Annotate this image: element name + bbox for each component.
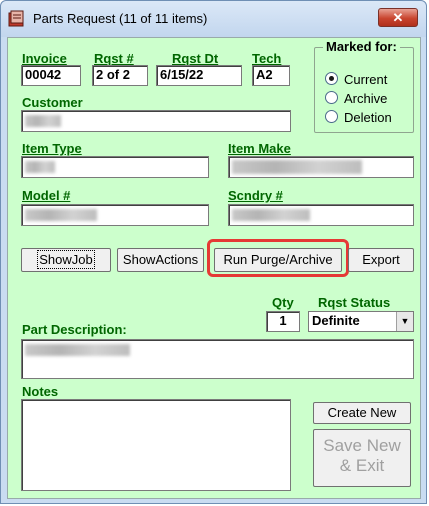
chevron-down-icon[interactable]: ▼ [396,312,413,331]
radio-icon[interactable] [325,91,338,104]
redacted-value [25,161,55,173]
create-new-button[interactable]: Create New [313,402,411,424]
radio-selected-icon[interactable] [325,72,338,85]
radio-deletion[interactable]: Deletion [325,110,392,126]
show-actions-button[interactable]: ShowActions [117,248,204,272]
item-make-label: Item Make [228,141,291,156]
rqst-status-value: Definite [312,313,360,328]
marked-for-title: Marked for: [323,39,400,54]
part-description-label: Part Description: [22,322,127,337]
invoice-field[interactable]: 00042 [21,65,81,86]
item-make-field[interactable] [228,156,414,178]
redacted-value [232,209,310,221]
title-bar[interactable]: Parts Request (11 of 11 items) ✕ [1,1,426,37]
customer-label: Customer [22,95,83,110]
radio-deletion-label: Deletion [344,110,392,125]
rqst-dt-field[interactable]: 6/15/22 [156,65,242,86]
radio-current-label: Current [344,72,388,87]
save-new-exit-button[interactable]: Save New & Exit [313,429,411,487]
parts-request-window: Parts Request (11 of 11 items) ✕ Invoice… [0,0,427,504]
radio-current[interactable]: Current [325,72,387,88]
model-field[interactable] [21,204,209,226]
form-body: Invoice Rqst # Rqst Dt Tech 00042 2 of 2… [7,37,421,499]
create-new-label: Create New [327,405,397,420]
qty-label: Qty [272,295,294,310]
show-job-button[interactable]: ShowJob [21,248,111,272]
redacted-value [25,209,97,221]
tech-field[interactable]: A2 [252,65,290,86]
qty-field[interactable]: 1 [266,311,300,332]
scndry-label: Scndry # [228,188,283,203]
scndry-field[interactable] [228,204,414,226]
part-description-field[interactable] [21,339,414,379]
rqst-status-label: Rqst Status [318,295,391,310]
show-actions-label: ShowActions [122,252,199,267]
radio-archive[interactable]: Archive [325,91,387,107]
rqst-dt-label: Rqst Dt [172,51,219,66]
tech-label: Tech [252,51,282,66]
radio-archive-label: Archive [344,91,388,106]
model-label: Model # [22,188,71,203]
app-icon [8,10,24,27]
export-button[interactable]: Export [348,248,414,272]
rqst-num-label: Rqst # [94,51,134,66]
redacted-value [232,160,362,174]
radio-icon[interactable] [325,110,338,123]
redacted-value [25,115,61,127]
item-type-label: Item Type [22,141,82,156]
invoice-label: Invoice [22,51,67,66]
callout-highlight [207,239,349,277]
marked-for-group: Marked for: Current Archive Deletion [314,39,414,133]
item-type-field[interactable] [21,156,209,178]
close-icon[interactable]: ✕ [378,8,418,27]
redacted-value [25,344,130,356]
show-job-label: ShowJob [37,250,95,269]
save-new-line2: & Exit [339,456,385,475]
export-label: Export [362,252,400,267]
notes-label: Notes [22,384,59,399]
notes-field[interactable] [21,399,291,491]
customer-field[interactable] [21,110,291,132]
save-new-line1: Save New [323,436,401,455]
rqst-status-select[interactable]: Definite ▼ [308,311,414,332]
window-title: Parts Request (11 of 11 items) [33,11,208,26]
rqst-num-field[interactable]: 2 of 2 [92,65,148,86]
